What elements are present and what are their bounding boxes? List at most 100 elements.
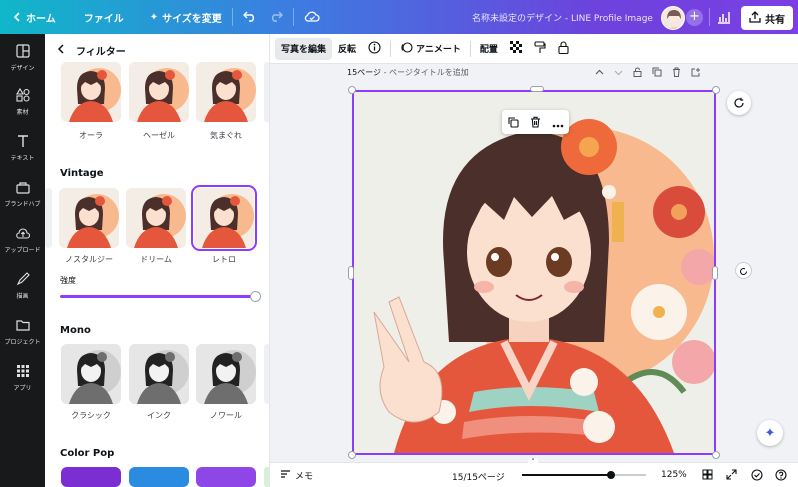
add-page-icon[interactable] (691, 67, 701, 79)
filter-preview-image (196, 62, 256, 122)
chevron-down-icon[interactable] (614, 68, 623, 79)
filter-thumb-nostalgia[interactable] (59, 188, 119, 248)
cloud-save-button[interactable] (298, 0, 326, 34)
rail-item-upload[interactable]: アップロード (0, 220, 45, 260)
resize-handle-top[interactable] (530, 86, 544, 92)
zoom-slider-knob[interactable] (607, 471, 616, 479)
intensity-slider-knob[interactable] (250, 291, 261, 302)
add-collaborator-button[interactable]: + (686, 9, 703, 26)
insights-button[interactable] (713, 7, 735, 29)
rotate-button[interactable] (736, 263, 751, 278)
filter-thumb-classic[interactable] (61, 344, 121, 404)
lock-button[interactable] (552, 38, 575, 60)
zoom-value[interactable]: 125% (661, 470, 687, 480)
redo-button[interactable] (263, 0, 289, 34)
style-paint-button[interactable] (528, 38, 552, 60)
lock-icon (558, 40, 569, 57)
home-button[interactable]: ホーム (6, 0, 62, 34)
resize-handle-tr[interactable] (712, 86, 720, 94)
fullscreen-icon[interactable] (726, 469, 737, 483)
chevron-up-icon[interactable] (595, 68, 604, 79)
filter-thumb-whim[interactable] (196, 62, 256, 122)
magic-assistant-button[interactable]: ✦ (757, 420, 783, 446)
filter-thumb-dream[interactable] (126, 188, 186, 248)
filter-thumb-aura[interactable] (61, 62, 121, 122)
rail-label: デザイン (10, 65, 35, 72)
upload-icon (749, 10, 761, 26)
filter-thumb-colorpop-2[interactable] (129, 467, 189, 487)
resize-handle-bl[interactable] (348, 451, 356, 459)
bottom-bar: メモ ˄ 15/15ページ 125% (270, 458, 798, 487)
file-menu-button[interactable]: ファイル (78, 0, 130, 34)
chevron-left-icon (12, 12, 22, 22)
filter-thumb-partial[interactable] (45, 188, 52, 248)
position-label: 配置 (479, 45, 498, 55)
back-button[interactable] (57, 43, 66, 57)
filter-thumb-retro[interactable] (191, 185, 257, 251)
filter-thumb-partial[interactable] (264, 344, 269, 404)
refresh-button[interactable] (727, 91, 751, 115)
rail-label: アプリ (13, 385, 32, 392)
resize-handle-br[interactable] (712, 451, 720, 459)
resize-handle-right[interactable] (712, 266, 718, 280)
divider (231, 8, 233, 26)
undo-button[interactable] (237, 0, 263, 34)
bar-chart-icon (713, 12, 735, 32)
resize-handle-tl[interactable] (348, 86, 356, 94)
info-button[interactable] (362, 38, 387, 60)
grid-view-icon[interactable] (702, 469, 713, 483)
flip-label: 反転 (338, 45, 357, 55)
position-button[interactable]: 配置 (474, 38, 504, 60)
avatar[interactable] (661, 6, 685, 30)
filter-thumb-ink[interactable] (129, 344, 189, 404)
lock-icon[interactable] (633, 67, 642, 79)
filter-preview-image (59, 188, 119, 248)
sparkle-icon: ✦ (764, 425, 776, 441)
check-circle-icon[interactable] (751, 469, 763, 484)
edit-photo-button[interactable]: 写真を編集 (275, 37, 333, 60)
more-icon[interactable] (552, 113, 564, 132)
filter-thumb-hazel[interactable] (129, 62, 189, 122)
panel-title: フィルター (76, 46, 126, 58)
filter-label: ノスタルジー (65, 255, 113, 264)
duplicate-icon[interactable] (652, 67, 662, 79)
filter-thumb-colorpop-3[interactable] (196, 467, 256, 487)
filter-thumb-partial[interactable] (264, 62, 269, 122)
divider (469, 40, 471, 57)
filter-label: ノワール (210, 411, 242, 420)
resize-handle-left[interactable] (348, 266, 354, 280)
zoom-slider-fill (522, 474, 612, 476)
rail-item-apps[interactable]: アプリ (0, 358, 45, 398)
rail-item-elements[interactable]: 素材 (0, 82, 45, 122)
notes-button[interactable]: メモ (280, 469, 313, 482)
rail-item-projects[interactable]: プロジェクト (0, 312, 45, 352)
intensity-slider-track[interactable] (60, 295, 255, 298)
filter-thumb-noir[interactable] (196, 344, 256, 404)
rail-item-design[interactable]: デザイン (0, 38, 45, 78)
rail-item-draw[interactable]: 描画 (0, 266, 45, 306)
anime-girl-image (354, 92, 714, 453)
filter-thumb-colorpop-1[interactable] (61, 467, 121, 487)
trash-icon[interactable] (530, 113, 541, 132)
flip-button[interactable]: 反転 (332, 38, 362, 60)
page-counter[interactable]: 15/15ページ (452, 470, 505, 483)
rail-label: 描画 (16, 293, 29, 300)
trash-icon[interactable] (672, 67, 681, 79)
share-button[interactable]: 共有 (741, 6, 793, 30)
page-title-input[interactable]: ページタイトルを追加 (389, 68, 469, 77)
design-canvas[interactable] (352, 90, 716, 455)
filter-label: ヘーゼル (143, 131, 175, 140)
help-icon[interactable] (775, 469, 787, 484)
animate-label: アニメート (416, 45, 461, 55)
home-label: ホーム (26, 13, 56, 25)
filter-preview-image (61, 344, 121, 404)
rail-item-brand[interactable]: ブランドハブ (0, 174, 45, 214)
chevron-up-icon[interactable]: ˄ (528, 458, 538, 468)
duplicate-icon[interactable] (507, 113, 519, 132)
transparency-button[interactable] (504, 38, 528, 60)
document-title[interactable]: 名称未設定のデザイン - LINE Profile Image (472, 11, 653, 24)
resize-button[interactable]: ✦ サイズを変更 (144, 0, 228, 34)
rail-label: ブランドハブ (4, 201, 41, 208)
rail-item-text[interactable]: テキスト (0, 128, 45, 168)
animate-button[interactable]: アニメート (394, 38, 467, 60)
